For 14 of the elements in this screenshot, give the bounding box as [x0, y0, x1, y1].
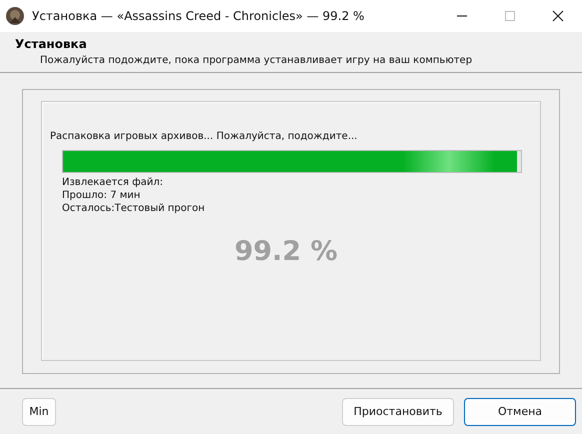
maximize-icon — [504, 10, 516, 22]
dialog-button[interactable]: Отмена — [464, 398, 576, 426]
min-button[interactable]: Min — [22, 398, 56, 426]
header-title: Установка — [15, 37, 88, 51]
header-subtitle: Пожалуйста подождите, пока программа устанавливает игру на ваш компьютер — [40, 55, 474, 66]
close-icon — [552, 10, 564, 22]
status-text: Распаковка игровых архивов... Пожалуйста, подождите... — [50, 131, 358, 142]
detail-text: Осталось:Тестовый прогон — [62, 203, 206, 214]
percent-text: 99.2 % — [234, 236, 338, 267]
detail-text: Прошло: 7 мин — [62, 190, 142, 201]
app-icon — [6, 7, 24, 25]
dialog-button[interactable]: Приостановить — [342, 398, 454, 426]
window-title: Установка — «Assassins Creed - Chronicles» — 99.2 % — [32, 9, 366, 23]
detail-text: Извлекается файл: — [62, 177, 164, 188]
